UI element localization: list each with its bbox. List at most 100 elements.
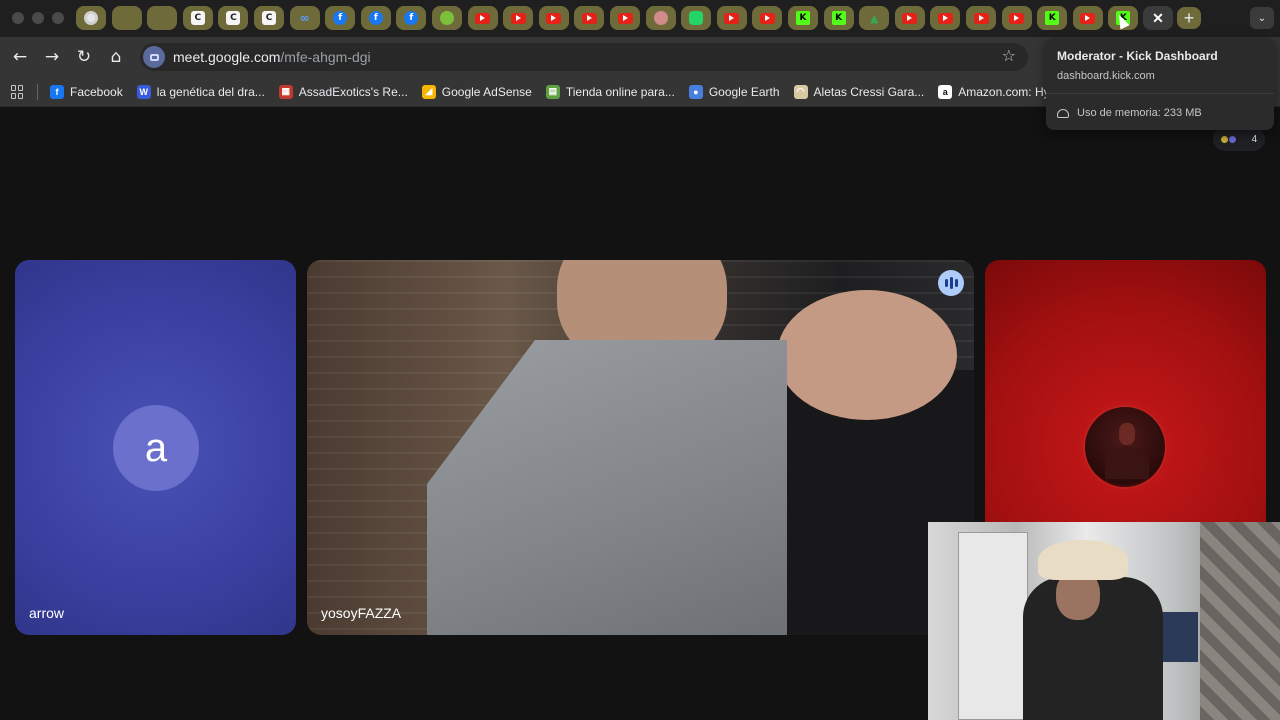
tab-active[interactable]: ✕ (1143, 6, 1173, 30)
tab-3[interactable] (147, 6, 178, 30)
green-icon (440, 11, 454, 25)
tab-24[interactable] (894, 6, 925, 30)
tab-19[interactable] (716, 6, 747, 30)
tab-20[interactable] (752, 6, 783, 30)
tab-2[interactable] (111, 6, 142, 30)
maximize-window-button[interactable] (52, 12, 64, 24)
tab-27[interactable] (1001, 6, 1032, 30)
speaking-indicator-icon (938, 270, 964, 296)
tab-13[interactable] (503, 6, 534, 30)
bookmark-item[interactable]: ▤ Tienda online para... (545, 84, 675, 99)
new-tab-button[interactable]: + (1177, 7, 1201, 29)
c-icon: C (190, 11, 205, 25)
cloud-icon (120, 11, 134, 25)
tab-26[interactable] (966, 6, 996, 30)
tab-29[interactable] (1072, 6, 1103, 30)
url-text[interactable]: meet.google.com/mfe-ahgm-dgi (173, 49, 371, 65)
youtube-icon (724, 12, 740, 24)
store-icon: ▤ (545, 84, 560, 99)
participant-count: 4 (1251, 133, 1258, 145)
minimize-window-button[interactable] (32, 12, 44, 24)
tab-12[interactable] (467, 6, 498, 30)
meet-stage: a arrow yosoyFAZZA 4 (0, 108, 1280, 720)
tab-4[interactable]: C (182, 6, 213, 30)
tab-search-button[interactable]: ⌄ (1250, 7, 1274, 29)
youtube-icon (973, 12, 989, 24)
youtube-icon (902, 12, 918, 24)
tab-22[interactable]: K (823, 6, 854, 30)
tab-14[interactable] (538, 6, 569, 30)
youtube-icon (475, 12, 491, 24)
bookmark-item[interactable]: ▦ AssadExotics's Re... (278, 84, 408, 99)
bookmark-label: Facebook (70, 84, 123, 99)
bookmark-label: Google Earth (708, 84, 780, 99)
home-button[interactable]: ⌂ (104, 45, 128, 69)
bookmark-list: f Facebook Wla genética del dra... ▦ AssadEx… (50, 84, 1080, 99)
tab-21[interactable]: K (788, 6, 818, 30)
tab-9[interactable]: f (360, 6, 391, 30)
tab-16[interactable] (610, 6, 640, 30)
tab-15[interactable] (574, 6, 605, 30)
tab-17[interactable] (645, 6, 676, 30)
kick-icon: K (796, 11, 810, 25)
bookmark-star-icon[interactable]: ☆ (1002, 46, 1016, 65)
video-wall (1200, 522, 1280, 720)
reload-button[interactable]: ↻ (72, 45, 96, 69)
facebook-icon: f (368, 11, 383, 25)
bookmark-item[interactable]: Wla genética del dra... (136, 84, 265, 99)
tab-5[interactable]: C (218, 6, 249, 30)
tab-1[interactable] (76, 6, 106, 30)
apps-grid-icon[interactable] (11, 84, 25, 99)
close-window-button[interactable] (12, 12, 24, 24)
bookmark-item[interactable]: ● Google Earth (688, 84, 780, 99)
youtube-icon (1009, 12, 1025, 24)
youtube-icon (581, 12, 597, 24)
bookmark-item[interactable]: ◢ Google AdSense (421, 84, 532, 99)
tab-28[interactable]: K (1037, 6, 1068, 30)
address-bar[interactable]: meet.google.com/mfe-ahgm-dgi ☆ (140, 43, 1028, 71)
bookmark-item[interactable]: f Facebook (50, 84, 123, 99)
tab-25[interactable] (930, 6, 961, 30)
facebook-icon: f (50, 84, 64, 99)
youtube-icon (759, 12, 775, 24)
bookmark-item[interactable]: ◠ Aletas Cressi Gara... (793, 84, 924, 99)
tab-7[interactable]: ∞ (289, 6, 320, 30)
participant-tile-yosoyfazza[interactable]: yosoyFAZZA (307, 260, 974, 635)
participant-count-badge[interactable]: 4 (1213, 127, 1265, 151)
participant-tile-arrow[interactable]: a arrow (15, 260, 296, 635)
cressi-icon: ◠ (793, 84, 808, 99)
hovercard-domain: dashboard.kick.com (1057, 70, 1155, 82)
participant-name: yosoyFAZZA (321, 605, 402, 621)
forward-button[interactable]: → (40, 45, 64, 69)
self-view-video[interactable] (928, 522, 1280, 720)
video-fridge (958, 532, 1028, 720)
close-icon[interactable]: ✕ (1152, 10, 1164, 27)
avatar: a (113, 405, 199, 491)
drive-icon: ▲ (869, 11, 879, 25)
tab-18[interactable] (681, 6, 712, 30)
participants-avatars-icon (1220, 135, 1236, 143)
youtube-icon (617, 12, 633, 24)
amazon-icon: a (938, 84, 953, 99)
tab-8[interactable]: f (325, 6, 356, 30)
chrome-icon (84, 11, 98, 25)
hovercard-title: Moderator - Kick Dashboard (1057, 49, 1218, 63)
url-path: /mfe-ahgm-dgi (280, 49, 371, 65)
tab-10[interactable]: f (396, 6, 427, 30)
tab-6[interactable]: C (254, 6, 284, 30)
tab-strip: C C C ∞ f f f K K ▲ K K ✕ + ⌄ (0, 0, 1280, 37)
tab-hover-card: Moderator - Kick Dashboard dashboard.kic… (1046, 38, 1274, 130)
pink-icon (653, 11, 668, 25)
tab-23[interactable]: ▲ (859, 6, 890, 30)
back-button[interactable]: ← (8, 45, 32, 69)
tab-11[interactable] (432, 6, 462, 30)
c-icon: C (262, 11, 276, 25)
facebook-icon: f (333, 11, 348, 25)
bookmark-label: la genética del dra... (156, 84, 265, 99)
hovercard-memory: Uso de memoria: 233 MB (1057, 107, 1202, 119)
avatar (1083, 405, 1167, 489)
youtube-icon (546, 12, 562, 24)
kick-icon: K (1045, 11, 1060, 25)
participant-name: arrow (29, 605, 65, 621)
site-info-icon[interactable] (143, 46, 165, 68)
